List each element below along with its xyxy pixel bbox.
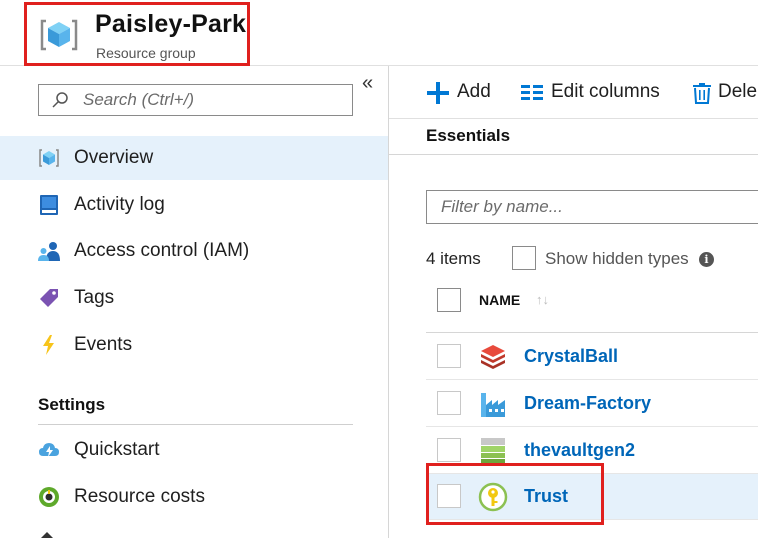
sidebar-item-overview[interactable]: Overview [0, 136, 388, 180]
edit-columns-label: Edit columns [551, 81, 660, 102]
row-checkbox[interactable] [437, 344, 461, 368]
sidebar-item-tags[interactable]: Tags [0, 276, 388, 320]
trash-icon [693, 83, 711, 104]
sidebar-item-label: Quickstart [74, 439, 160, 460]
cost-circle-icon [39, 487, 59, 507]
sort-icon[interactable]: ↑↓ [536, 292, 549, 307]
add-button-label: Add [457, 81, 491, 102]
show-hidden-types-label: Show hidden types [545, 249, 689, 268]
delete-button[interactable]: Dele [690, 80, 758, 106]
settings-section-title: Settings [38, 395, 106, 414]
table-row[interactable]: CrystalBall [426, 334, 758, 380]
sidebar-item-events[interactable]: Events [0, 323, 388, 367]
sidebar-item-label: Overview [74, 147, 154, 168]
sidebar-item-label: Resource costs [74, 486, 205, 507]
sidebar-item-access-control[interactable]: Access control (IAM) [0, 229, 388, 273]
cloud-bolt-icon [39, 443, 59, 457]
tag-icon [40, 289, 58, 307]
info-icon[interactable]: i [699, 252, 714, 267]
show-hidden-types-checkbox[interactable] [512, 246, 536, 270]
columns-icon [521, 85, 543, 100]
add-button[interactable]: Add [426, 80, 496, 106]
resource-link[interactable]: CrystalBall [524, 346, 618, 367]
section-divider [38, 424, 353, 425]
data-factory-icon [481, 393, 505, 417]
page-title: Paisley-Park [95, 10, 247, 38]
book-icon [40, 195, 58, 215]
row-checkbox[interactable] [437, 438, 461, 462]
blade-header: Paisley-Park Resource group [0, 0, 758, 66]
sidebar-item-label: Activity log [74, 194, 165, 215]
filter-box[interactable] [426, 190, 758, 224]
essentials-toggle[interactable]: Essentials [426, 126, 510, 146]
plus-icon [427, 82, 449, 104]
page-subtitle: Resource group [96, 45, 196, 61]
table-row-selected[interactable]: Trust [426, 474, 758, 520]
people-icon [38, 242, 60, 261]
items-count: 4 items [426, 249, 481, 268]
row-checkbox[interactable] [437, 391, 461, 415]
sidebar-item-quickstart[interactable]: Quickstart [0, 428, 388, 472]
row-checkbox[interactable] [437, 484, 461, 508]
resource-link[interactable]: thevaultgen2 [524, 440, 635, 461]
key-vault-icon [478, 482, 508, 512]
sql-stack-icon [481, 345, 505, 369]
resource-link[interactable]: Trust [524, 486, 568, 507]
edit-columns-button[interactable]: Edit columns [520, 80, 670, 106]
resource-menu: « Overview Activity log [0, 66, 389, 538]
delete-button-label: Dele [718, 81, 758, 102]
filter-by-name-input[interactable] [441, 193, 741, 221]
essentials-divider [389, 154, 758, 155]
menu-search-box[interactable] [38, 84, 353, 116]
table-row[interactable]: Dream-Factory [426, 381, 758, 427]
resource-group-cube-icon [40, 19, 78, 51]
sidebar-item-activity-log[interactable]: Activity log [0, 183, 388, 227]
table-header-divider [426, 332, 758, 333]
partial-menu-icon [41, 532, 53, 538]
cube-icon [39, 149, 59, 167]
sidebar-item-resource-costs[interactable]: Resource costs [0, 475, 388, 519]
header-highlight-box: Paisley-Park Resource group [24, 2, 250, 66]
menu-search-input[interactable] [83, 86, 348, 114]
sidebar-item-label: Access control (IAM) [74, 240, 250, 261]
storage-account-icon [481, 438, 505, 464]
resource-group-content: Add Edit columns Dele Essentials 4 items… [389, 66, 758, 538]
lightning-icon [43, 335, 54, 355]
select-all-checkbox[interactable] [437, 288, 461, 312]
search-icon [52, 92, 68, 108]
column-header-name[interactable]: NAME [479, 292, 520, 308]
sidebar-item-label: Tags [74, 287, 115, 308]
toolbar-divider [389, 118, 758, 119]
resource-link[interactable]: Dream-Factory [524, 393, 651, 414]
table-row[interactable]: thevaultgen2 [426, 428, 758, 474]
collapse-menu-button[interactable]: « [362, 72, 373, 95]
sidebar-item-label: Events [74, 334, 133, 355]
